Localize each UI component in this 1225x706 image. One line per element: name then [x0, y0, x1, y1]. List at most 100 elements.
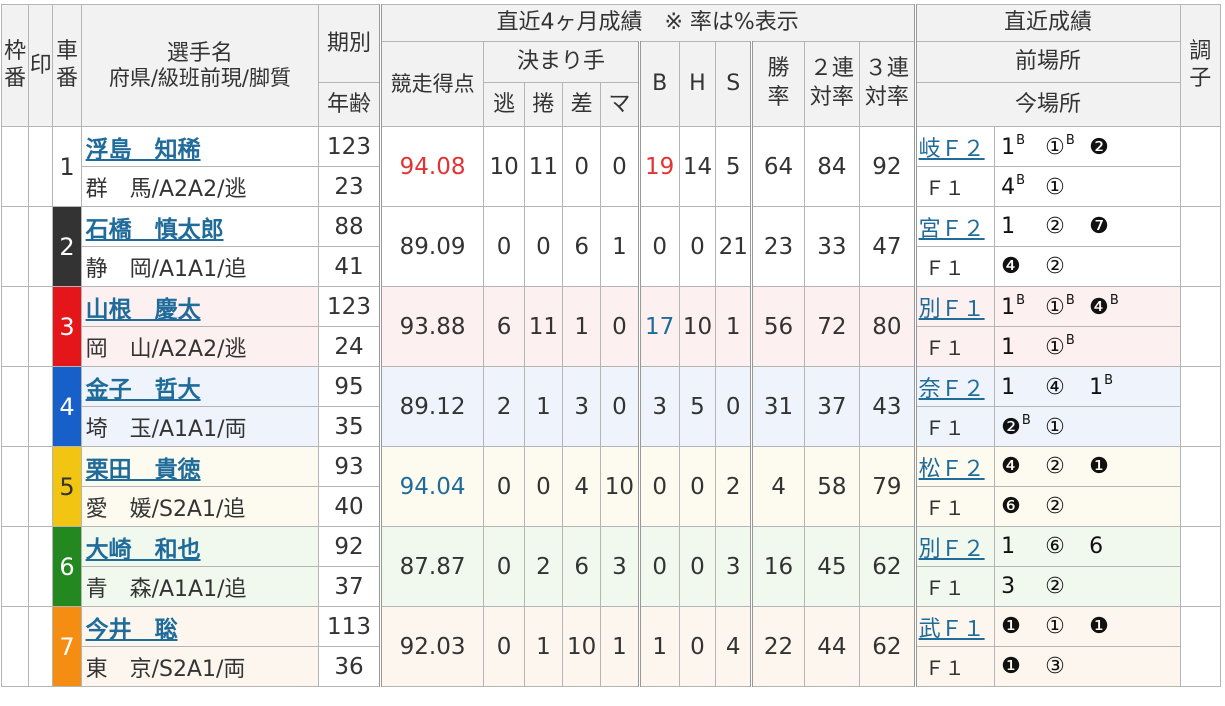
car-number: 4 — [52, 366, 82, 447]
h-cell: 0 — [678, 206, 717, 287]
rider-name-link[interactable]: 栗田 貴徳 — [86, 457, 201, 483]
age-cell: 36 — [318, 646, 381, 687]
mark-cell[interactable] — [28, 446, 54, 527]
age-cell: 35 — [318, 406, 381, 447]
rider-name-link[interactable]: 金子 哲大 — [86, 377, 201, 403]
mark-cell[interactable] — [28, 126, 54, 207]
rider-name-link[interactable]: 浮島 知稀 — [86, 137, 201, 163]
s-cell: 21 — [715, 206, 753, 287]
rider-name-link[interactable]: 石橋 慎太郎 — [86, 217, 224, 243]
mark-cell[interactable] — [28, 606, 54, 687]
win-rate-cell: 16 — [750, 526, 805, 607]
result-rank: 1 — [1001, 214, 1016, 239]
prev-results: ❹②❶ — [994, 446, 1181, 487]
result-item: ② — [1045, 494, 1089, 519]
result-item: 1 — [1001, 375, 1045, 400]
cur-results: 4B ① — [994, 166, 1181, 207]
score-cell: 93.88 — [378, 286, 485, 367]
result-mark-sup: B — [1016, 173, 1026, 188]
prev-venue-link[interactable]: 武Ｆ１ — [919, 617, 985, 642]
header-nige: 逃 — [483, 82, 525, 127]
waku-cell — [0, 606, 30, 687]
result-rank: 1 — [1001, 375, 1016, 400]
result-rank: ❶ — [1001, 654, 1021, 679]
result-rank: ① — [1045, 295, 1065, 320]
condition-cell — [1179, 446, 1222, 527]
mark-cell[interactable] — [28, 206, 54, 287]
ma-cell: 0 — [600, 366, 640, 447]
s-cell: 4 — [715, 606, 753, 687]
h-cell: 5 — [678, 366, 717, 447]
ren2-cell: 58 — [803, 446, 861, 527]
ren3-cell: 43 — [859, 366, 916, 447]
ma-cell: 0 — [600, 126, 640, 207]
prev-venue-link[interactable]: 岐Ｆ２ — [919, 137, 985, 162]
makuri-cell: 1 — [523, 366, 564, 447]
h-cell: 10 — [678, 286, 717, 367]
result-rank: ⑥ — [1045, 534, 1065, 559]
kibetsu-cell: 92 — [318, 526, 381, 567]
ren2-cell: 45 — [803, 526, 861, 607]
score-cell: 92.03 — [378, 606, 485, 687]
result-item: ❹B — [1089, 293, 1133, 320]
prev-venue-cell: 武Ｆ１ — [913, 606, 996, 647]
ren2-cell: 37 — [803, 366, 861, 447]
rider-meta: 愛 媛/S2A1/追 — [80, 486, 320, 527]
rider-name-link[interactable]: 今井 聡 — [86, 617, 178, 643]
prev-venue-link[interactable]: 奈Ｆ２ — [919, 377, 985, 402]
result-rank: 1 — [1001, 534, 1016, 559]
rider-meta: 埼 玉/A1A1/両 — [80, 406, 320, 447]
prev-venue-cell: 奈Ｆ２ — [913, 366, 996, 407]
prev-venue-link[interactable]: 宮Ｆ２ — [919, 217, 985, 242]
header-ren2: ２連対率 — [803, 41, 861, 127]
prev-venue-link[interactable]: 別Ｆ２ — [919, 537, 985, 562]
header-ren3: ３連対率 — [859, 41, 916, 127]
result-rank: ① — [1045, 415, 1065, 440]
prev-results: 1B ①B ❹B — [994, 286, 1181, 327]
rider-name-link[interactable]: 大崎 和也 — [86, 537, 201, 563]
result-item: ④ — [1045, 375, 1089, 400]
prev-venue-link[interactable]: 別Ｆ１ — [919, 297, 985, 322]
s-cell: 5 — [715, 126, 753, 207]
rider-row: 1 浮島 知稀 123 94.08 10 11 0 0 19 14 5 64 84 92 岐Ｆ２ 1B ①B ❷ — [0, 126, 1222, 207]
rider-name-link[interactable]: 山根 慶太 — [86, 297, 201, 323]
rider-name-cell: 大崎 和也 — [80, 526, 320, 567]
waku-cell — [0, 126, 30, 207]
win-rate-cell: 23 — [750, 206, 805, 287]
ren3-cell: 92 — [859, 126, 916, 207]
cur-venue-label: Ｆ１ — [913, 486, 996, 527]
cur-results: ❻② — [994, 486, 1181, 527]
age-cell: 37 — [318, 566, 381, 607]
mark-cell[interactable] — [28, 366, 54, 447]
cur-venue-label: Ｆ１ — [913, 406, 996, 447]
ren3-cell: 80 — [859, 286, 916, 367]
cur-results: 3② — [994, 566, 1181, 607]
win-rate-cell: 22 — [750, 606, 805, 687]
cur-venue-label: Ｆ１ — [913, 326, 996, 367]
h-cell: 14 — [678, 126, 717, 207]
rider-meta: 静 岡/A1A1/追 — [80, 246, 320, 287]
result-rank: ② — [1045, 494, 1065, 519]
rider-name-cell: 栗田 貴徳 — [80, 446, 320, 487]
mark-cell[interactable] — [28, 526, 54, 607]
result-rank: 3 — [1001, 574, 1016, 599]
prev-venue-link[interactable]: 松Ｆ２ — [919, 457, 985, 482]
header-name-line2: 府県/級班前現/脚質 — [108, 66, 291, 91]
ma-cell: 0 — [600, 286, 640, 367]
ma-cell: 1 — [600, 606, 640, 687]
result-item: ❶ — [1001, 614, 1045, 639]
result-rank: ② — [1045, 214, 1065, 239]
header-shaban: 車番 — [52, 4, 82, 127]
cur-venue-label: Ｆ１ — [913, 646, 996, 687]
sashi-cell: 3 — [562, 366, 602, 447]
ren2-cell: 44 — [803, 606, 861, 687]
nige-cell: 2 — [483, 366, 525, 447]
mark-cell[interactable] — [28, 286, 54, 367]
age-cell: 23 — [318, 166, 381, 207]
result-rank: ❼ — [1089, 214, 1109, 239]
prev-venue-cell: 岐Ｆ２ — [913, 126, 996, 167]
result-rank: ❷ — [1089, 135, 1109, 160]
ren3-cell: 47 — [859, 206, 916, 287]
result-item: ❶ — [1001, 654, 1045, 679]
result-item: 4B — [1001, 173, 1045, 200]
